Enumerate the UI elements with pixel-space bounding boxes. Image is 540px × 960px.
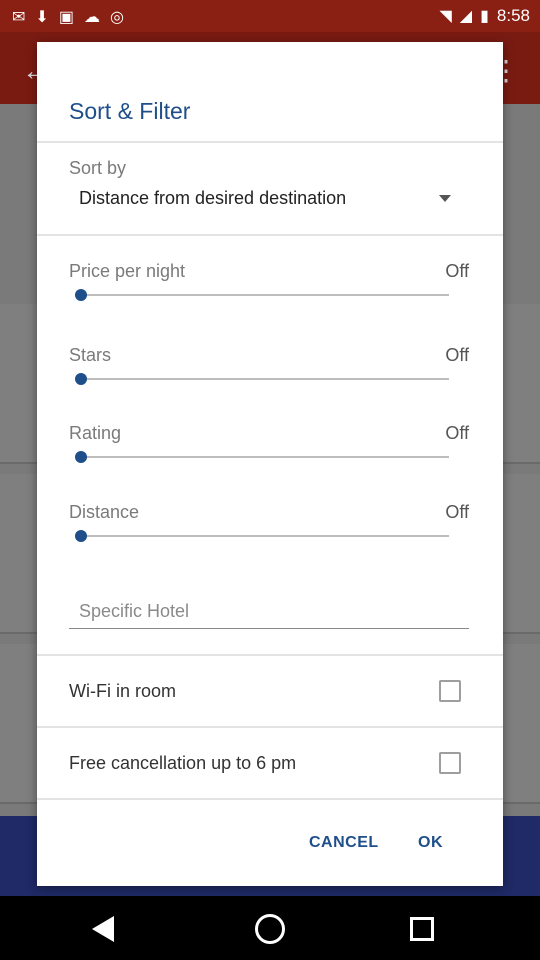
nav-back-icon[interactable] xyxy=(92,916,114,942)
rating-slider-track[interactable] xyxy=(79,456,449,458)
free-cancellation-checkbox[interactable] xyxy=(439,752,461,774)
filter-label: Rating xyxy=(69,423,122,443)
status-time: 8:58 xyxy=(496,6,530,25)
image-icon: ▣ xyxy=(58,9,74,26)
stars-slider-track[interactable] xyxy=(79,378,449,380)
filter-stars: Stars Off xyxy=(69,345,473,395)
wifi-icon: ◥ xyxy=(439,8,452,25)
stars-slider-thumb[interactable] xyxy=(75,373,87,385)
divider xyxy=(37,726,503,728)
divider xyxy=(37,798,503,800)
cancel-button[interactable]: CANCEL xyxy=(309,834,379,852)
divider xyxy=(37,141,503,143)
nav-recents-icon[interactable] xyxy=(410,917,434,941)
download-icon: ⬇ xyxy=(35,9,49,26)
specific-hotel-input[interactable] xyxy=(69,595,469,629)
signal-icon: ◢ xyxy=(459,8,473,25)
free-cancellation-label: Free cancellation up to 6 pm xyxy=(69,753,297,773)
distance-slider-thumb[interactable] xyxy=(75,530,87,542)
price-slider-track[interactable] xyxy=(79,294,449,296)
sort-by-label: Sort by xyxy=(69,158,127,178)
status-bar: ✉ ⬇ ▣ ☁ ◎ ◥ ◢ ▮ 8:58 xyxy=(0,0,540,32)
filter-value: Off xyxy=(445,261,469,281)
dropdown-arrow-icon xyxy=(439,195,451,202)
wifi-in-room-checkbox[interactable] xyxy=(439,680,461,702)
cloud-icon: ☁ xyxy=(83,9,100,26)
divider xyxy=(37,234,503,236)
mail-icon: ✉ xyxy=(12,9,26,26)
price-slider-thumb[interactable] xyxy=(75,289,87,301)
filter-rating: Rating Off xyxy=(69,423,473,473)
filter-label: Price per night xyxy=(69,261,186,281)
wifi-in-room-label: Wi-Fi in room xyxy=(69,681,176,701)
rating-slider-thumb[interactable] xyxy=(75,451,87,463)
wifi-in-room-row[interactable]: Wi-Fi in room xyxy=(37,657,503,727)
instagram-icon: ◎ xyxy=(109,9,124,26)
system-icons: ◥ ◢ ▮ 8:58 xyxy=(439,6,530,26)
filter-distance: Distance Off xyxy=(69,502,473,552)
nav-home-icon[interactable] xyxy=(255,914,285,944)
filter-value: Off xyxy=(445,423,469,443)
filter-price-per-night: Price per night Off xyxy=(69,261,473,311)
sort-filter-dialog: Sort & Filter Sort by Distance from desi… xyxy=(37,42,503,886)
filter-value: Off xyxy=(445,502,469,522)
sort-by-value: Distance from desired destination xyxy=(79,188,347,208)
battery-icon: ▮ xyxy=(480,8,489,25)
sort-by-dropdown[interactable]: Distance from desired destination xyxy=(79,186,459,218)
free-cancellation-row[interactable]: Free cancellation up to 6 pm xyxy=(37,729,503,799)
filter-label: Distance xyxy=(69,502,140,522)
divider xyxy=(37,654,503,656)
ok-button[interactable]: OK xyxy=(418,834,443,852)
dialog-title: Sort & Filter xyxy=(69,98,191,124)
distance-slider-track[interactable] xyxy=(79,535,449,537)
notification-icons: ✉ ⬇ ▣ ☁ ◎ xyxy=(12,7,124,27)
filter-label: Stars xyxy=(69,345,112,365)
filter-value: Off xyxy=(445,345,469,365)
navigation-bar xyxy=(0,896,540,960)
